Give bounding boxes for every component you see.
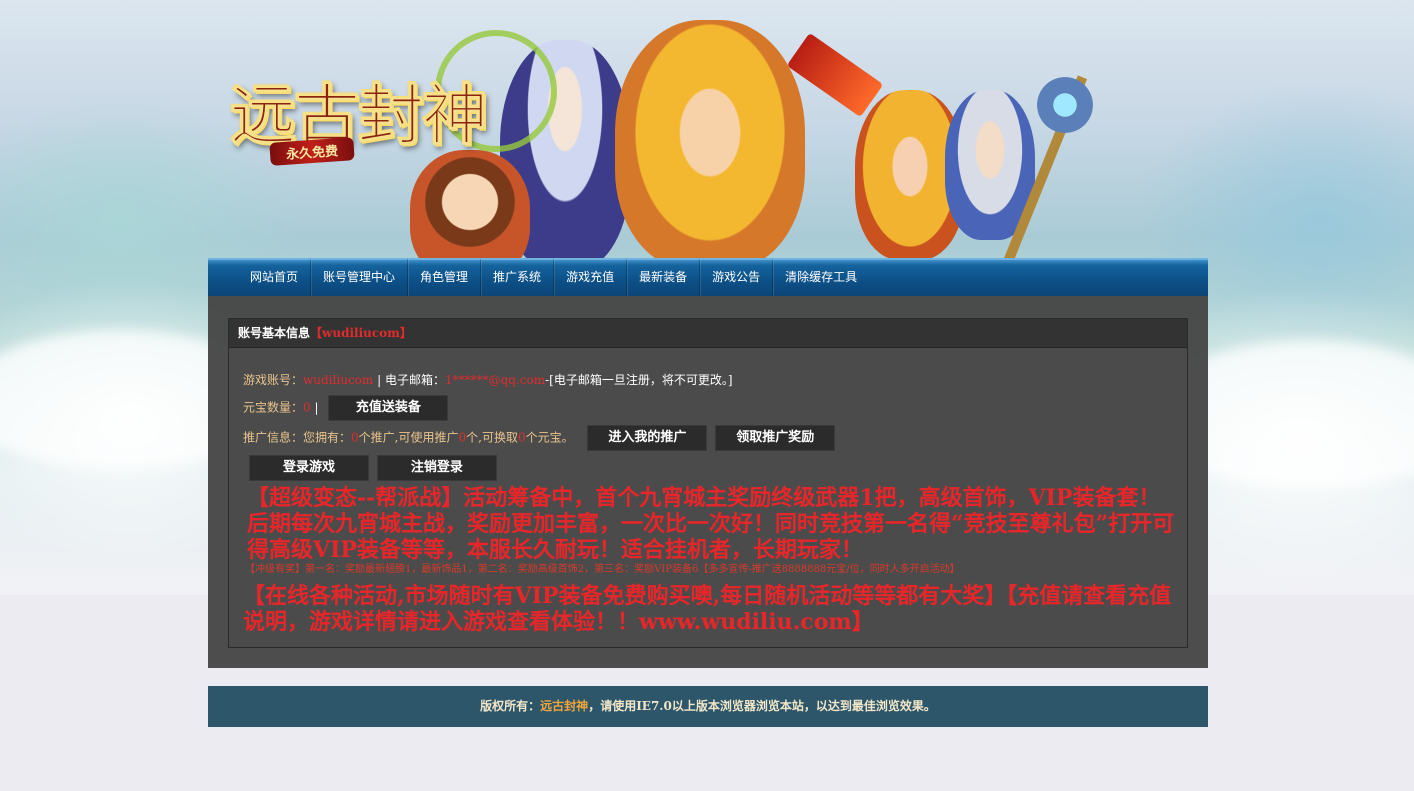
nav-item-promotion[interactable]: 推广系统 bbox=[481, 259, 555, 297]
footer-prefix: 版权所有： bbox=[480, 699, 541, 713]
recharge-button[interactable]: 充值送装备 bbox=[328, 395, 449, 421]
footer-notice: ，请使用IE7.0以上版本浏览器浏览本站，以达到最佳浏览效果。 bbox=[588, 699, 936, 713]
panel-header: 账号基本信息【wudiliucom】 bbox=[229, 319, 1187, 348]
promotion-text-2: 个,可换取 bbox=[466, 430, 518, 445]
staff-orb-decoration bbox=[1035, 70, 1095, 140]
promotion-row: 推广信息：您拥有：0个推广,可使用推广0个,可换取0个元宝。 进入我的推广 领取… bbox=[243, 425, 836, 451]
promotion-text-1: 个推广,可使用推广 bbox=[358, 430, 459, 445]
announcement-guild-war: 【超级变态--帮派战】活动筹备中，首个九宵城主奖励终级武器1把，高级首饰，VIP… bbox=[247, 485, 1175, 563]
session-buttons-row: 登录游戏 注销登录 bbox=[249, 455, 497, 481]
nav-item-equipment[interactable]: 最新装备 bbox=[627, 259, 701, 297]
nav-item-account-center[interactable]: 账号管理中心 bbox=[311, 259, 409, 297]
promotion-yuanbao: 0 bbox=[517, 430, 526, 445]
yuanbao-label: 元宝数量： bbox=[243, 400, 304, 415]
game-logo[interactable]: 远古封神 永久免费 bbox=[230, 30, 557, 190]
logo-subtitle: 永久免费 bbox=[269, 137, 355, 166]
promotion-count: 0 bbox=[351, 430, 359, 445]
logout-button[interactable]: 注销登录 bbox=[376, 455, 497, 481]
account-info-panel: 账号基本信息【wudiliucom】 游戏账号：wudiliucom | 电子邮… bbox=[228, 318, 1188, 648]
promotion-usable: 0 bbox=[458, 430, 467, 445]
announcement-level-rewards: 【冲级有奖】第一名：奖励最新翅膀1，最新饰品1，第二名：奖励高级首饰2，第三名：… bbox=[245, 564, 960, 575]
footer-brand-link[interactable]: 远古封神 bbox=[540, 699, 588, 713]
nav-item-clear-cache[interactable]: 清除缓存工具 bbox=[773, 259, 869, 297]
promotion-label: 推广信息：您拥有： bbox=[243, 430, 352, 445]
yuanbao-row: 元宝数量：0 | 充值送装备 bbox=[243, 395, 449, 421]
account-value: wudiliucom bbox=[303, 373, 374, 387]
logo-title: 远古封神 bbox=[230, 76, 489, 155]
character-illustration bbox=[615, 20, 805, 270]
announcement-online-events: 【在线各种活动,市场随时有VIP装备免费购买噢,每日随机活动等等都有大奖】【充值… bbox=[243, 583, 1172, 635]
promotion-text-3: 个元宝。 bbox=[525, 430, 574, 445]
my-promotion-button[interactable]: 进入我的推广 bbox=[587, 425, 708, 451]
account-row: 游戏账号：wudiliucom | 电子邮箱：1******@qq.com-[电… bbox=[243, 371, 733, 388]
email-note: -[电子邮箱一旦注册，将不可更改。] bbox=[545, 373, 733, 387]
nav-item-announcements[interactable]: 游戏公告 bbox=[700, 259, 774, 297]
yuanbao-separator: | bbox=[310, 400, 323, 415]
nav-item-home[interactable]: 网站首页 bbox=[238, 259, 312, 297]
account-label: 游戏账号： bbox=[243, 373, 304, 387]
panel-title-account: 【wudiliucom】 bbox=[310, 326, 412, 340]
footer: 版权所有：远古封神，请使用IE7.0以上版本浏览器浏览本站，以达到最佳浏览效果。 bbox=[208, 686, 1208, 727]
email-value: 1******@qq.com bbox=[444, 373, 546, 387]
panel-title: 账号基本信息 bbox=[238, 326, 311, 340]
login-game-button[interactable]: 登录游戏 bbox=[249, 455, 369, 481]
yuanbao-value: 0 bbox=[303, 400, 311, 415]
main-nav: 网站首页 账号管理中心 角色管理 推广系统 游戏充值 最新装备 游戏公告 清除缓… bbox=[208, 258, 1208, 297]
claim-promotion-reward-button[interactable]: 领取推广奖励 bbox=[715, 425, 836, 451]
email-label: | 电子邮箱： bbox=[373, 373, 445, 387]
nav-item-roles[interactable]: 角色管理 bbox=[408, 259, 482, 297]
nav-item-recharge[interactable]: 游戏充值 bbox=[554, 259, 628, 297]
main-content: 账号基本信息【wudiliucom】 游戏账号：wudiliucom | 电子邮… bbox=[208, 296, 1208, 668]
